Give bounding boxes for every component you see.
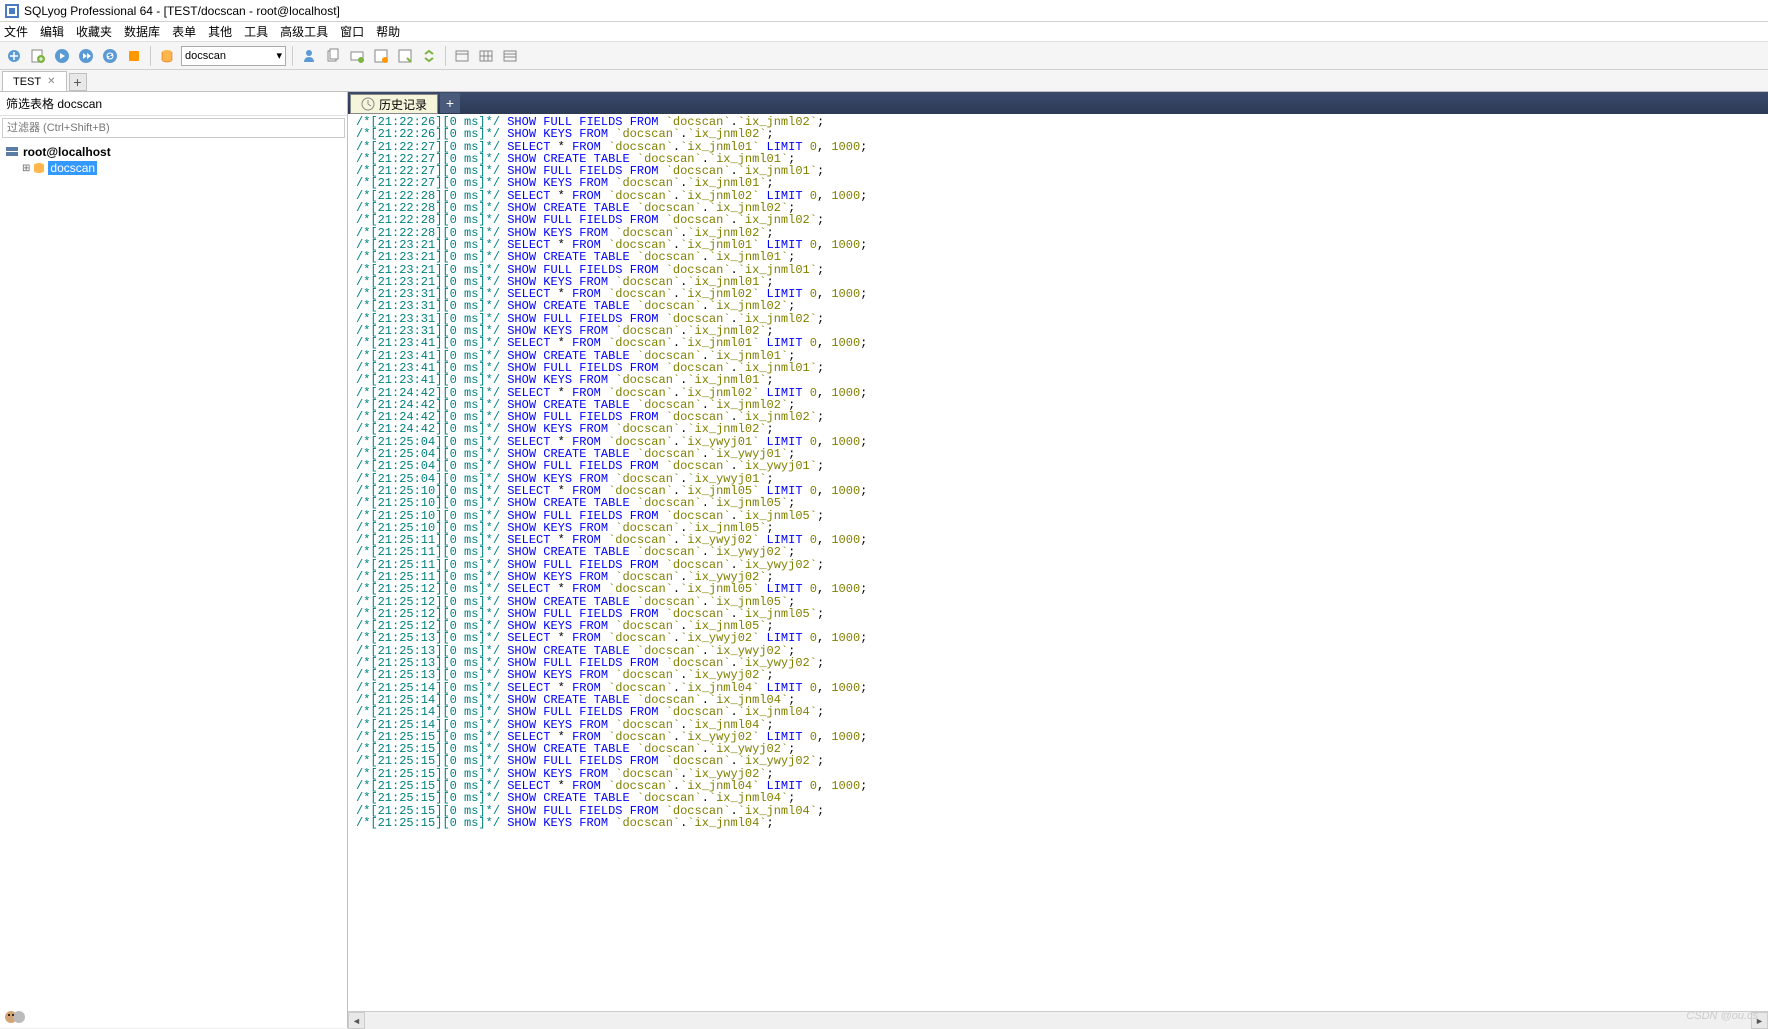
window-icon[interactable] xyxy=(452,46,472,66)
menu-favorites[interactable]: 收藏夹 xyxy=(76,23,112,40)
title-bar: SQLyog Professional 64 - [TEST/docscan -… xyxy=(0,0,1768,22)
stop-icon[interactable] xyxy=(124,46,144,66)
menu-other[interactable]: 其他 xyxy=(208,23,232,40)
scroll-left-icon[interactable]: ◄ xyxy=(348,1012,365,1029)
system-tray xyxy=(0,1006,32,1028)
close-icon[interactable]: ✕ xyxy=(47,76,55,87)
add-content-tab[interactable]: + xyxy=(440,93,460,113)
connection-tab-label: TEST xyxy=(13,76,41,88)
history-log[interactable]: /*[21:22:26][0 ms]*/ SHOW FULL FIELDS FR… xyxy=(348,114,1768,1011)
database-selector[interactable]: docscan ▾ xyxy=(181,46,286,66)
chevron-down-icon: ▾ xyxy=(276,49,282,62)
server-icon xyxy=(6,146,20,158)
tray-icon[interactable] xyxy=(4,1007,28,1027)
connection-tab-bar: TEST ✕ + xyxy=(0,70,1768,92)
app-icon xyxy=(4,3,20,19)
menu-tools[interactable]: 工具 xyxy=(244,23,268,40)
schema-tree[interactable]: root@localhost ⊞ docscan xyxy=(0,140,347,180)
grid-icon[interactable] xyxy=(476,46,496,66)
object-browser-header: 筛选表格 docscan xyxy=(0,92,347,116)
database-selector-value: docscan xyxy=(185,50,226,62)
tool2-icon[interactable] xyxy=(371,46,391,66)
watermark: CSDN @ou.cs xyxy=(1686,1010,1758,1022)
tree-schema[interactable]: ⊞ docscan xyxy=(6,160,341,176)
add-connection-tab[interactable]: + xyxy=(69,73,87,91)
menu-help[interactable]: 帮助 xyxy=(376,23,400,40)
history-tab-label: 历史记录 xyxy=(379,96,427,113)
horizontal-scrollbar[interactable]: ◄ ► xyxy=(348,1011,1768,1028)
toolbar: docscan ▾ xyxy=(0,42,1768,70)
form-icon[interactable] xyxy=(500,46,520,66)
tree-schema-label: docscan xyxy=(48,161,97,175)
separator xyxy=(445,46,446,66)
menu-bar: 文件 编辑 收藏夹 数据库 表单 其他 工具 高级工具 窗口 帮助 xyxy=(0,22,1768,42)
history-tab[interactable]: 历史记录 xyxy=(350,94,438,114)
database-icon xyxy=(33,162,45,174)
menu-advtools[interactable]: 高级工具 xyxy=(280,23,328,40)
connection-tab[interactable]: TEST ✕ xyxy=(2,71,67,91)
execute-all-icon[interactable] xyxy=(76,46,96,66)
content-tab-bar: 历史记录 + xyxy=(348,92,1768,114)
menu-database[interactable]: 数据库 xyxy=(124,23,160,40)
menu-edit[interactable]: 编辑 xyxy=(40,23,64,40)
refresh-icon[interactable] xyxy=(100,46,120,66)
menu-window[interactable]: 窗口 xyxy=(340,23,364,40)
menu-file[interactable]: 文件 xyxy=(4,23,28,40)
expand-icon[interactable]: ⊞ xyxy=(22,163,30,174)
history-icon xyxy=(361,97,375,111)
new-query-icon[interactable] xyxy=(28,46,48,66)
new-connection-icon[interactable] xyxy=(4,46,24,66)
object-browser: 筛选表格 docscan root@localhost ⊞ docscan xyxy=(0,92,348,1028)
db-icon[interactable] xyxy=(157,46,177,66)
filter-input[interactable] xyxy=(2,118,345,138)
separator xyxy=(292,46,293,66)
tree-root-label: root@localhost xyxy=(23,145,111,159)
execute-icon[interactable] xyxy=(52,46,72,66)
window-title: SQLyog Professional 64 - [TEST/docscan -… xyxy=(24,4,340,18)
tool1-icon[interactable] xyxy=(347,46,367,66)
tree-root[interactable]: root@localhost xyxy=(6,144,341,160)
separator xyxy=(150,46,151,66)
copy-icon[interactable] xyxy=(323,46,343,66)
tool3-icon[interactable] xyxy=(395,46,415,66)
user-icon[interactable] xyxy=(299,46,319,66)
sync-icon[interactable] xyxy=(419,46,439,66)
content-pane: 历史记录 + /*[21:22:26][0 ms]*/ SHOW FULL FI… xyxy=(348,92,1768,1028)
menu-table[interactable]: 表单 xyxy=(172,23,196,40)
